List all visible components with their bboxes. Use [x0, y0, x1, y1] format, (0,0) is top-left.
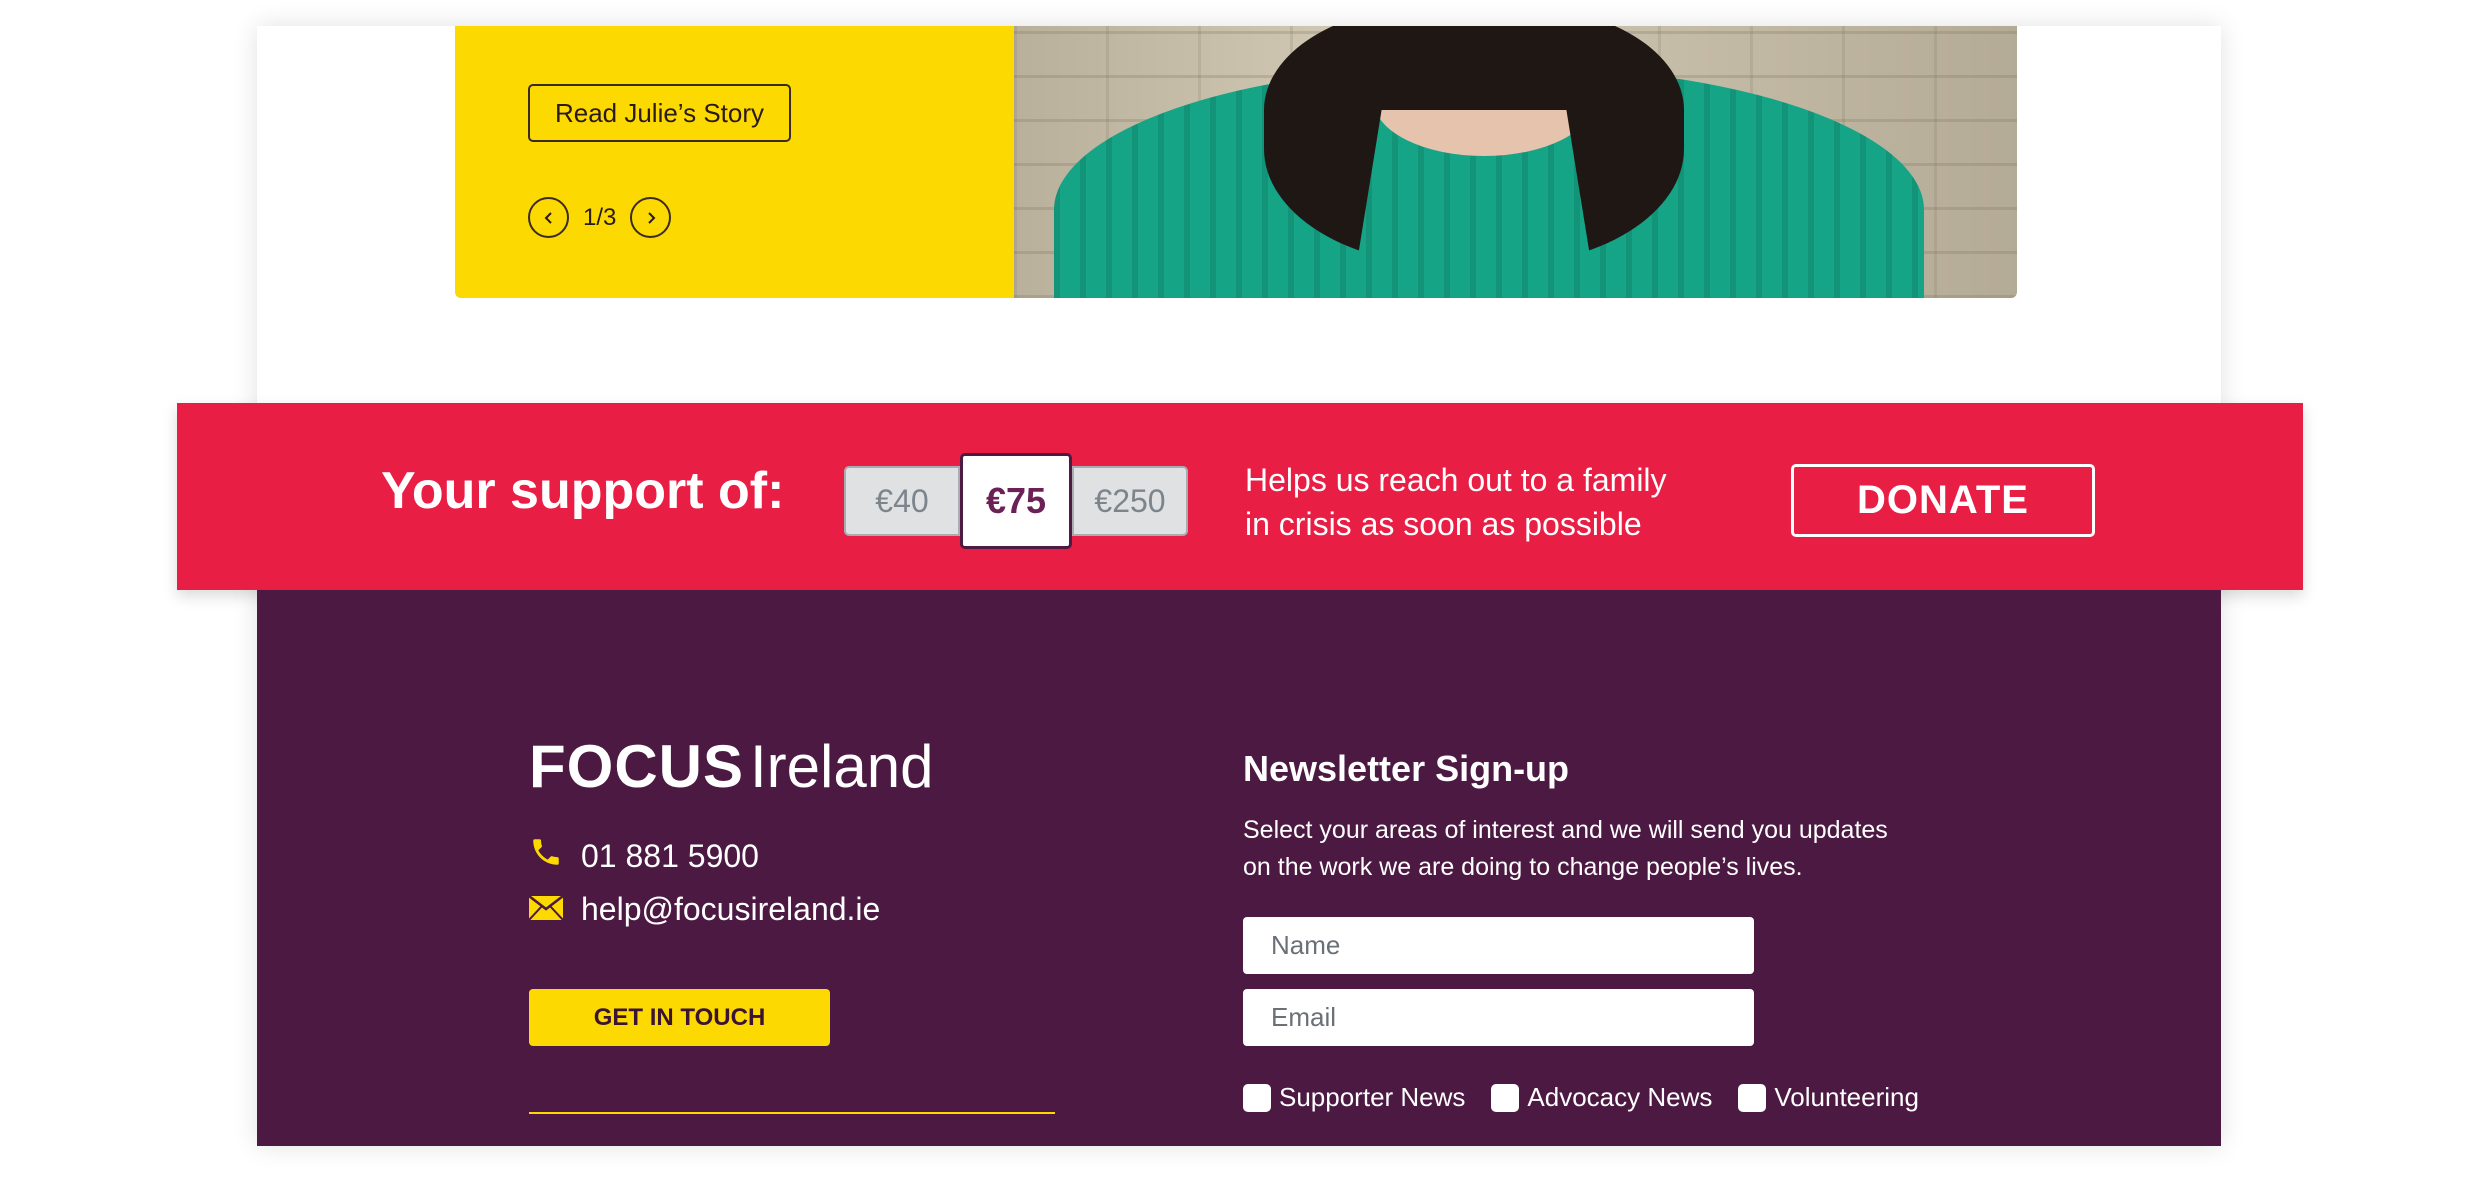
- story-panel: Read Julie’s Story 1/3: [455, 26, 1014, 298]
- chevron-right-icon[interactable]: [630, 197, 672, 238]
- name-input[interactable]: [1243, 917, 1754, 974]
- amount-option-selected[interactable]: €75: [960, 453, 1072, 549]
- donate-bar: Your support of: €40 €75 €250 Helps us r…: [177, 403, 2303, 590]
- slider-pager: 1/3: [528, 197, 672, 238]
- interest-checkboxes: Supporter News Advocacy News Volunteerin…: [1243, 1082, 1919, 1113]
- donate-button[interactable]: DONATE: [1791, 464, 2095, 537]
- support-label: Your support of:: [381, 462, 785, 520]
- checkbox-supporter-news[interactable]: Supporter News: [1243, 1082, 1465, 1113]
- amount-option[interactable]: €250: [1072, 466, 1188, 536]
- newsletter-description: Select your areas of interest and we wil…: [1243, 816, 1888, 881]
- chevron-left-icon[interactable]: [528, 197, 569, 238]
- checkbox-volunteering[interactable]: Volunteering: [1738, 1082, 1919, 1113]
- slide-counter: 1/3: [583, 203, 617, 231]
- checkbox-advocacy-news[interactable]: Advocacy News: [1491, 1082, 1712, 1113]
- impact-text: Helps us reach out to a family in crisis…: [1245, 462, 1667, 542]
- focus-ireland-logo[interactable]: FOCUS Ireland: [529, 732, 933, 801]
- envelope-icon: [528, 891, 564, 928]
- newsletter-title: Newsletter Sign-up: [1243, 748, 1570, 789]
- story-photo: [1014, 26, 2017, 298]
- story-slider: Read Julie’s Story 1/3: [455, 26, 2017, 298]
- email-address: help@focusireland.ie: [581, 891, 881, 927]
- phone-icon: [529, 835, 563, 877]
- email-input[interactable]: [1243, 989, 1754, 1046]
- contact-phone[interactable]: 01 881 5900: [529, 835, 759, 877]
- amount-option[interactable]: €40: [844, 466, 960, 536]
- read-story-button[interactable]: Read Julie’s Story: [528, 84, 791, 142]
- checkbox[interactable]: [1491, 1083, 1520, 1112]
- footer: FOCUS Ireland 01 881 5900 help@focusirel…: [257, 590, 2221, 1146]
- amount-selector: €40 €75 €250: [844, 453, 1188, 549]
- get-in-touch-button[interactable]: GET IN TOUCH: [529, 989, 830, 1046]
- phone-number: 01 881 5900: [581, 837, 759, 874]
- checkbox[interactable]: [1243, 1083, 1271, 1112]
- checkbox[interactable]: [1738, 1083, 1767, 1112]
- footer-divider: [529, 1112, 1055, 1114]
- contact-email[interactable]: help@focusireland.ie: [528, 891, 881, 928]
